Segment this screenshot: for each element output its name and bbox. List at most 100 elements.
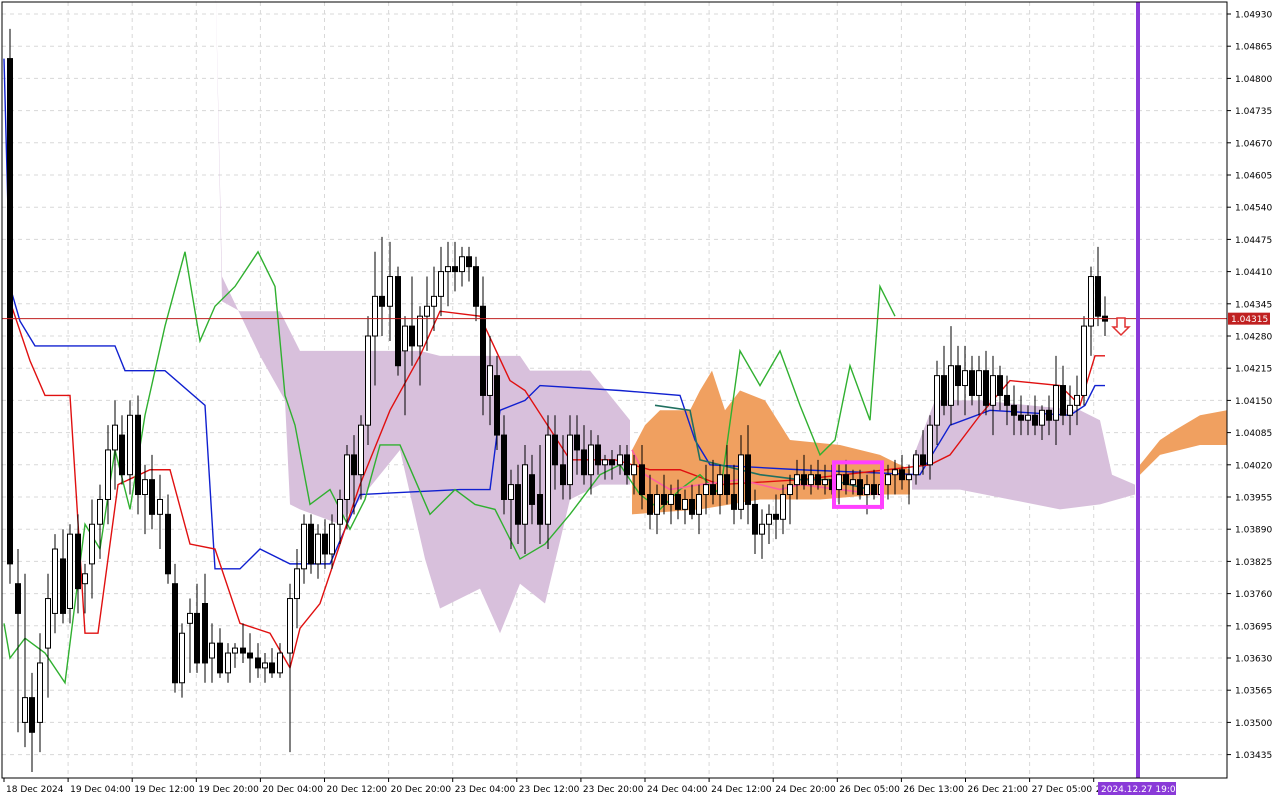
bearish-candle bbox=[689, 498, 695, 515]
bearish-candle bbox=[240, 647, 246, 654]
bearish-candle bbox=[501, 434, 507, 500]
time-tick-label: 24 Dec 04:00 bbox=[647, 785, 708, 795]
chart-canvas[interactable]: 1.04930 1.04865 1.04800 1.04735 1.04670 1.046… bbox=[0, 0, 1280, 800]
bearish-candle bbox=[529, 474, 535, 505]
time-tick-label: 18 Dec 2024 bbox=[6, 785, 64, 795]
ichimoku-chart[interactable]: 1.04930 1.04865 1.04800 1.04735 1.04670 1.046… bbox=[0, 0, 1280, 800]
bullish-candle bbox=[631, 464, 637, 476]
bullish-candle bbox=[431, 295, 437, 307]
bearish-candle bbox=[843, 474, 849, 486]
time-tick-label: 19 Dec 20:00 bbox=[198, 785, 259, 795]
time-tick-label: 26 Dec 21:00 bbox=[968, 785, 1029, 795]
bearish-candle bbox=[1095, 276, 1101, 317]
bullish-candle bbox=[906, 474, 912, 481]
bullish-candle bbox=[602, 459, 608, 466]
bearish-candle bbox=[135, 414, 141, 496]
bullish-candle bbox=[962, 370, 968, 387]
bullish-candle bbox=[337, 498, 343, 525]
bearish-candle bbox=[731, 494, 737, 510]
bullish-candle bbox=[287, 598, 293, 654]
bearish-candle bbox=[308, 523, 314, 565]
price-tick-label: 1.04085 bbox=[1235, 429, 1272, 439]
bullish-candle bbox=[487, 365, 493, 396]
bullish-candle bbox=[112, 424, 118, 451]
vertical-time-marker bbox=[1136, 2, 1140, 778]
bullish-candle bbox=[37, 662, 43, 723]
time-tick-label: 20 Dec 20:00 bbox=[391, 785, 452, 795]
bearish-candle bbox=[322, 533, 328, 555]
bullish-candle bbox=[142, 479, 148, 496]
bearish-candle bbox=[119, 434, 125, 476]
price-tick-label: 1.03435 bbox=[1235, 751, 1272, 761]
price-tick-label: 1.03825 bbox=[1235, 558, 1272, 568]
bullish-candle bbox=[232, 647, 238, 654]
price-tick-label: 1.04540 bbox=[1235, 204, 1272, 214]
bullish-candle bbox=[892, 469, 898, 476]
bearish-candle bbox=[269, 662, 275, 674]
price-tick-label: 1.04930 bbox=[1235, 11, 1272, 21]
bearish-candle bbox=[7, 58, 13, 565]
bearish-candle bbox=[560, 464, 566, 486]
price-tick-label: 1.04150 bbox=[1235, 397, 1272, 407]
bearish-candle bbox=[473, 266, 479, 307]
price-tick-label: 1.04735 bbox=[1235, 107, 1272, 117]
bullish-candle bbox=[1074, 394, 1080, 406]
cursor-time-label: 2024.12.27 19:00 bbox=[1101, 785, 1182, 795]
bullish-candle bbox=[508, 484, 514, 500]
bearish-candle bbox=[60, 558, 66, 614]
bullish-candle bbox=[787, 484, 793, 496]
bearish-candle bbox=[675, 494, 681, 510]
bullish-candle bbox=[808, 474, 814, 486]
bearish-candle bbox=[552, 434, 558, 466]
bearish-candle bbox=[217, 642, 223, 674]
bullish-candle bbox=[225, 652, 231, 674]
price-tick-label: 1.03565 bbox=[1235, 687, 1272, 697]
bearish-candle bbox=[537, 494, 543, 525]
bullish-candle bbox=[157, 498, 163, 515]
bullish-candle bbox=[759, 523, 765, 535]
bullish-candle bbox=[927, 424, 933, 466]
bullish-candle bbox=[567, 434, 573, 486]
bullish-candle bbox=[717, 474, 723, 496]
bullish-candle bbox=[424, 305, 430, 317]
bearish-candle bbox=[480, 305, 486, 396]
bullish-candle bbox=[780, 494, 786, 520]
bullish-candle bbox=[545, 434, 551, 525]
bearish-candle bbox=[574, 434, 580, 451]
bearish-candle bbox=[1004, 394, 1010, 406]
bullish-candle bbox=[913, 454, 919, 476]
current-price-label: 1.04315 bbox=[1231, 315, 1268, 325]
bearish-candle bbox=[1011, 404, 1017, 416]
bearish-candle bbox=[983, 370, 989, 406]
bearish-candle bbox=[871, 484, 877, 496]
bearish-candle bbox=[409, 325, 415, 347]
bearish-candle bbox=[379, 295, 385, 307]
time-tick-label: 20 Dec 04:00 bbox=[262, 785, 323, 795]
bullish-candle bbox=[850, 479, 856, 486]
bullish-candle bbox=[738, 454, 744, 510]
time-tick-label: 23 Dec 20:00 bbox=[583, 785, 644, 795]
bearish-candle bbox=[997, 375, 1003, 396]
bullish-candle bbox=[22, 697, 28, 723]
bullish-candle bbox=[836, 474, 842, 491]
price-tick-label: 1.04215 bbox=[1235, 365, 1272, 375]
bullish-candle bbox=[417, 315, 423, 347]
bullish-candle bbox=[277, 652, 283, 674]
bullish-candle bbox=[1067, 404, 1073, 416]
bearish-candle bbox=[194, 612, 200, 664]
bearish-candle bbox=[801, 474, 807, 486]
price-tick-label: 1.04410 bbox=[1235, 268, 1272, 278]
bearish-candle bbox=[624, 454, 630, 476]
time-tick-label: 19 Dec 04:00 bbox=[70, 785, 131, 795]
bearish-candle bbox=[745, 454, 751, 505]
bearish-candle bbox=[647, 494, 653, 515]
bullish-candle bbox=[209, 642, 215, 659]
bullish-candle bbox=[668, 494, 674, 505]
price-tick-label: 1.03760 bbox=[1235, 590, 1272, 600]
bearish-candle bbox=[247, 652, 253, 659]
time-tick-label: 23 Dec 12:00 bbox=[519, 785, 580, 795]
bullish-candle bbox=[696, 494, 702, 515]
bullish-candle bbox=[976, 370, 982, 396]
bullish-candle bbox=[387, 276, 393, 307]
bullish-candle bbox=[522, 464, 528, 525]
